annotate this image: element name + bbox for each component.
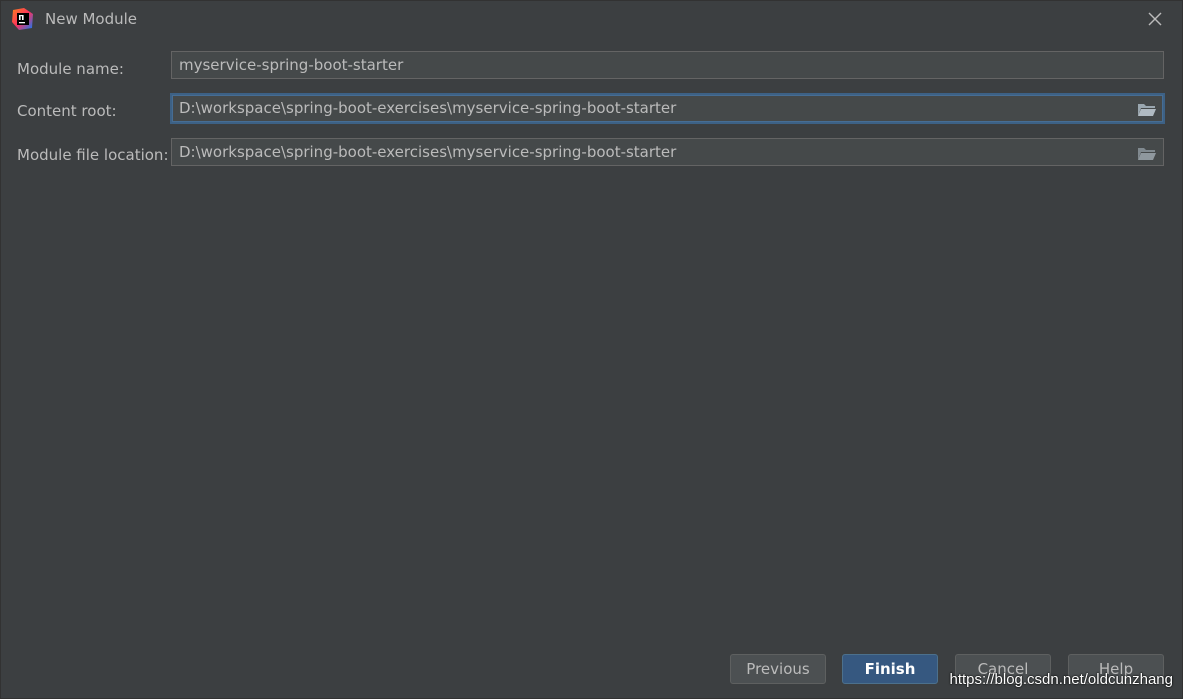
dialog-title: New Module xyxy=(45,10,138,28)
module-name-row: Module name: myservice-spring-boot-start… xyxy=(1,51,1182,81)
module-file-location-label: Module file location: xyxy=(17,146,169,164)
module-file-location-row: Module file location: D:\workspace\sprin… xyxy=(1,138,1182,168)
module-name-label: Module name: xyxy=(17,60,124,78)
close-icon[interactable] xyxy=(1146,10,1164,28)
help-button[interactable]: Help xyxy=(1068,654,1164,684)
new-module-dialog: New Module Module name: myservice-spring… xyxy=(0,0,1183,699)
content-root-row: Content root: D:\workspace\spring-boot-e… xyxy=(1,93,1182,124)
content-root-label: Content root: xyxy=(17,102,117,120)
cancel-button[interactable]: Cancel xyxy=(955,654,1051,684)
previous-button[interactable]: Previous xyxy=(730,654,826,684)
title-bar: New Module xyxy=(1,1,1182,37)
content-root-input[interactable]: D:\workspace\spring-boot-exercises\myser… xyxy=(170,93,1165,124)
folder-icon[interactable] xyxy=(1137,144,1157,160)
module-file-location-value: D:\workspace\spring-boot-exercises\myser… xyxy=(179,143,677,161)
module-name-value: myservice-spring-boot-starter xyxy=(179,56,404,74)
module-file-location-input[interactable]: D:\workspace\spring-boot-exercises\myser… xyxy=(171,138,1164,166)
dialog-footer: Previous Finish Cancel Help xyxy=(1,642,1182,698)
finish-button[interactable]: Finish xyxy=(842,654,938,684)
folder-icon[interactable] xyxy=(1137,100,1157,116)
content-root-value: D:\workspace\spring-boot-exercises\myser… xyxy=(179,99,677,117)
intellij-icon xyxy=(12,8,34,30)
module-name-input[interactable]: myservice-spring-boot-starter xyxy=(171,51,1164,79)
